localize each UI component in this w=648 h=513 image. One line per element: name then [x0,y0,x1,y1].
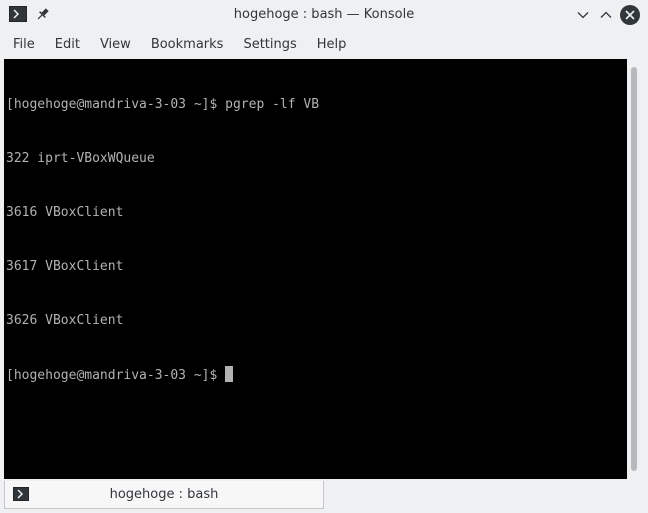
chevron-up-icon [600,11,612,18]
title-bar[interactable]: hogehoge : bash — Konsole [0,0,648,30]
menu-file[interactable]: File [0,32,45,58]
scrollbar-thumb[interactable] [631,67,637,471]
menu-help[interactable]: Help [307,32,357,58]
terminal-output: [hogehoge@mandriva-3-03 ~]$ pgrep -lf VB… [6,60,319,420]
tab-label: hogehoge : bash [109,487,219,502]
text-cursor [225,366,234,382]
menu-bar: File Edit View Bookmarks Settings Help [0,32,648,58]
window-title: hogehoge : bash — Konsole [233,7,415,22]
terminal-line: [hogehoge@mandriva-3-03 ~]$ pgrep -lf VB [6,97,320,112]
chevron-down-icon [577,12,589,19]
menu-settings[interactable]: Settings [233,32,306,58]
minimize-button[interactable] [574,6,592,24]
menu-edit[interactable]: Edit [45,32,90,58]
terminal-line: 3617 VBoxClient [6,259,124,274]
vertical-scrollbar[interactable] [628,59,644,479]
terminal-prompt: [hogehoge@mandriva-3-03 ~]$ [6,368,226,383]
close-button[interactable] [620,5,640,25]
terminal-prompt-line: [hogehoge@mandriva-3-03 ~]$ [6,366,319,384]
konsole-window: hogehoge : bash — Konsole File Edit View… [0,0,648,513]
menu-bookmarks[interactable]: Bookmarks [141,32,234,58]
maximize-button[interactable] [597,6,615,24]
session-tab[interactable]: hogehoge : bash [4,481,324,509]
menu-view[interactable]: View [90,32,141,58]
terminal-line: 3616 VBoxClient [6,205,124,220]
close-icon [625,10,635,20]
terminal-line: 322 iprt-VBoxWQueue [6,151,155,166]
terminal-display[interactable]: [hogehoge@mandriva-3-03 ~]$ pgrep -lf VB… [4,59,627,479]
terminal-line: 3626 VBoxClient [6,313,124,328]
